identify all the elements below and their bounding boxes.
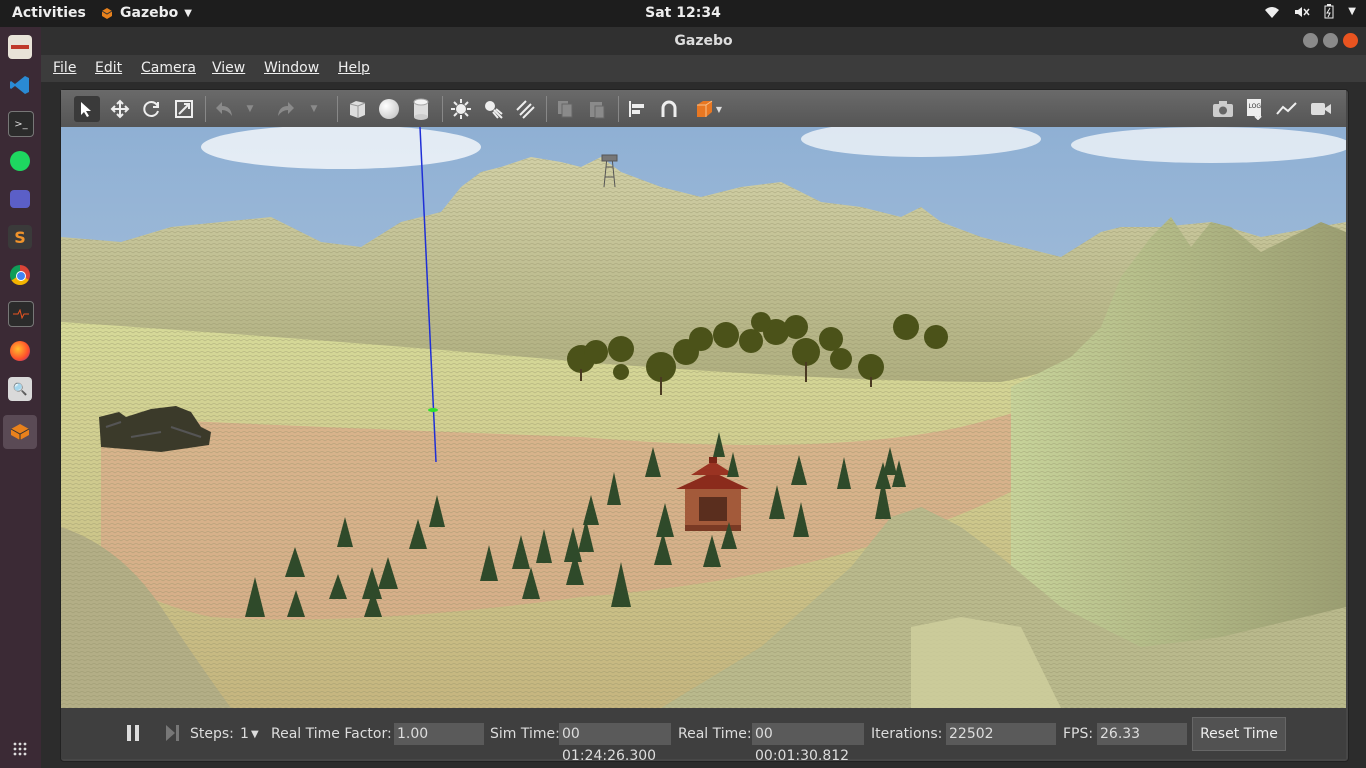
steps-value[interactable]: 1 (240, 726, 249, 742)
video-record-icon[interactable] (1308, 96, 1334, 122)
fps-label: FPS: (1063, 726, 1094, 742)
copy-icon[interactable] (552, 96, 578, 122)
toolbar: ▼ ▼ ▼ LOG (61, 90, 1346, 127)
window-title: Gazebo (674, 33, 733, 49)
box-shape-icon[interactable] (344, 96, 370, 122)
menu-window[interactable]: Window (264, 60, 319, 76)
redo-history-dropdown[interactable]: ▼ (307, 96, 321, 122)
3d-viewport[interactable] (61, 127, 1346, 708)
clock[interactable]: Sat 12:34 (0, 5, 1366, 21)
iterations-field: 22502 (946, 723, 1056, 745)
files-icon[interactable] (8, 35, 32, 59)
dock: >_ S 🔍 (0, 27, 41, 768)
terminal-icon[interactable]: >_ (8, 111, 34, 137)
minimize-button[interactable] (1303, 33, 1318, 48)
steps-dropdown-icon[interactable]: ▼ (251, 729, 259, 740)
undo-history-dropdown[interactable]: ▼ (243, 96, 257, 122)
translate-mode-icon[interactable] (107, 96, 133, 122)
menu-help[interactable]: Help (338, 60, 370, 76)
step-button[interactable] (165, 724, 181, 746)
sim-time-field: 00 01:24:26.300 (559, 723, 671, 764)
show-applications-icon[interactable] (8, 737, 32, 761)
real-time-field: 00 00:01:30.812 (752, 723, 864, 764)
iterations-label: Iterations: (871, 726, 943, 742)
paste-icon[interactable] (584, 96, 610, 122)
menu-file[interactable]: File (53, 60, 76, 76)
point-light-icon[interactable] (448, 96, 474, 122)
rotate-mode-icon[interactable] (139, 96, 165, 122)
plot-icon[interactable] (1274, 96, 1300, 122)
sim-time-label: Sim Time: (490, 726, 560, 742)
system-monitor-icon[interactable] (8, 301, 34, 327)
system-top-bar: Activities Gazebo ▼ Sat 12:34 ▼ (0, 0, 1366, 27)
pause-button[interactable] (125, 724, 141, 746)
firefox-icon[interactable] (8, 339, 32, 363)
teams-icon[interactable] (8, 187, 32, 211)
undo-icon[interactable] (211, 96, 237, 122)
maximize-button[interactable] (1323, 33, 1338, 48)
log-icon[interactable]: LOG (1242, 96, 1268, 122)
chrome-icon[interactable] (8, 263, 32, 287)
spot-light-icon[interactable] (480, 96, 506, 122)
menu-edit[interactable]: Edit (95, 60, 122, 76)
rtf-label: Real Time Factor: (271, 726, 392, 742)
steps-label: Steps: (190, 726, 234, 742)
gazebo-dock-icon[interactable] (3, 415, 37, 449)
sphere-shape-icon[interactable] (376, 96, 402, 122)
screenshot-icon[interactable] (1210, 96, 1236, 122)
menu-view[interactable]: View (212, 60, 245, 76)
vscode-icon[interactable] (8, 73, 32, 97)
align-icon[interactable] (624, 96, 650, 122)
fps-field: 26.33 (1097, 723, 1187, 745)
cylinder-shape-icon[interactable] (408, 96, 434, 122)
volume-muted-icon (1295, 6, 1310, 17)
system-tray[interactable]: ▼ (1264, 4, 1356, 19)
battery-icon (1324, 4, 1334, 19)
axis-origin-marker (428, 408, 438, 412)
document-viewer-icon[interactable]: 🔍 (8, 377, 32, 401)
snap-icon[interactable] (656, 96, 682, 122)
redo-icon[interactable] (273, 96, 299, 122)
window-titlebar[interactable]: Gazebo (41, 27, 1366, 55)
status-bar: Steps: 1 ▼ Real Time Factor: 1.00 Sim Ti… (61, 708, 1346, 764)
log-icon-text: LOG (1249, 103, 1262, 110)
chevron-down-icon: ▼ (1348, 6, 1356, 17)
wifi-icon (1265, 6, 1280, 18)
scale-mode-icon[interactable] (171, 96, 197, 122)
view-angle-icon[interactable]: ▼ (691, 96, 725, 122)
spotify-icon[interactable] (8, 149, 32, 173)
sublime-icon[interactable]: S (8, 225, 32, 249)
close-button[interactable] (1343, 33, 1358, 48)
rtf-field: 1.00 (394, 723, 484, 745)
menu-camera[interactable]: Camera (141, 60, 196, 76)
select-mode-icon[interactable] (74, 96, 100, 122)
menu-bar: File Edit Camera View Window Help (41, 55, 1366, 82)
scene-render (61, 127, 1346, 708)
reset-time-button[interactable]: Reset Time (1192, 717, 1286, 751)
directional-light-icon[interactable] (512, 96, 538, 122)
real-time-label: Real Time: (678, 726, 752, 742)
